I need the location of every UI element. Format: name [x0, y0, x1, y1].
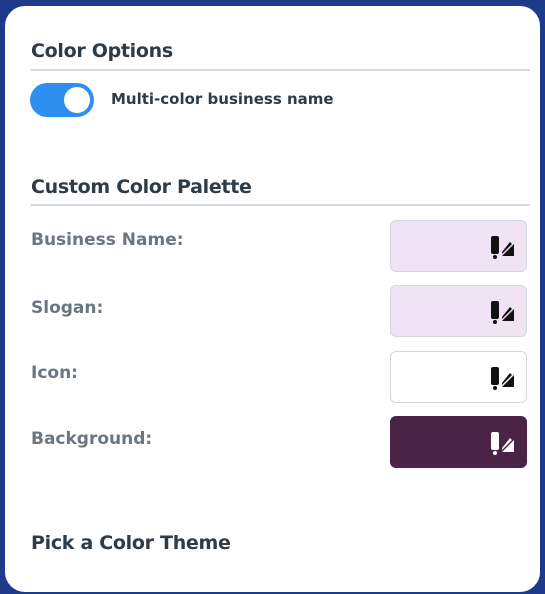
- business-name-label: Business Name:: [31, 230, 184, 250]
- color-options-divider: [31, 69, 530, 71]
- color-picker-icon: [491, 236, 514, 259]
- icon-label: Icon:: [31, 363, 78, 383]
- custom-palette-divider: [31, 204, 530, 206]
- background-color-swatch[interactable]: [390, 416, 527, 468]
- color-theme-heading: Pick a Color Theme: [31, 532, 231, 554]
- color-picker-icon: [491, 301, 514, 324]
- multicolor-toggle-label: Multi-color business name: [111, 90, 334, 108]
- color-picker-icon: [491, 367, 514, 390]
- color-options-heading: Color Options: [31, 40, 173, 62]
- business-name-color-swatch[interactable]: [390, 220, 527, 272]
- color-settings-panel: Color Options Multi-color business name …: [3, 4, 542, 594]
- color-picker-icon: [491, 432, 514, 455]
- background-label: Background:: [31, 429, 153, 449]
- slogan-label: Slogan:: [31, 298, 104, 318]
- slogan-color-swatch[interactable]: [390, 285, 527, 337]
- custom-palette-heading: Custom Color Palette: [31, 176, 252, 198]
- multicolor-toggle[interactable]: [30, 83, 94, 117]
- icon-color-swatch[interactable]: [390, 351, 527, 403]
- toggle-knob: [64, 87, 90, 113]
